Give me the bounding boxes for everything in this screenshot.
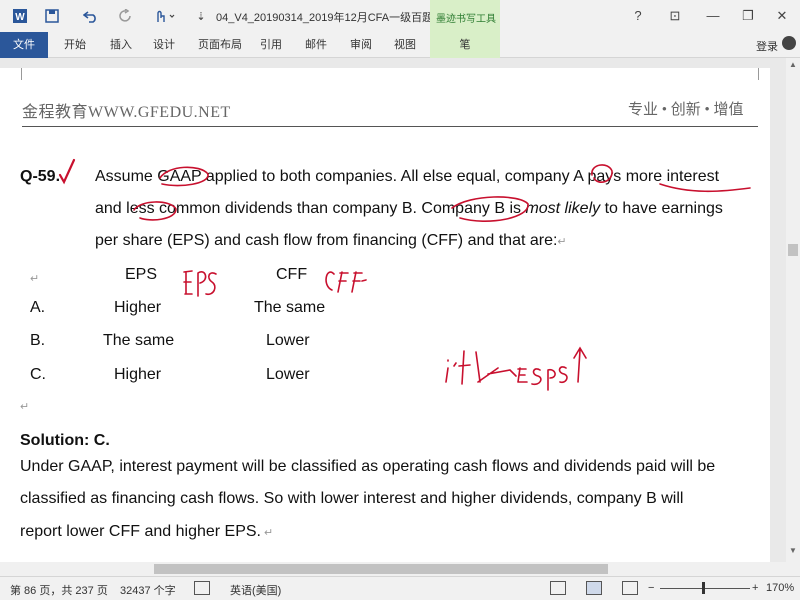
question-text: per share (EPS) and cash flow from finan… — [95, 232, 558, 249]
sign-in-link[interactable]: 登录 — [756, 38, 778, 54]
vertical-scroll-thumb[interactable] — [788, 244, 798, 256]
word-count[interactable]: 32437 个字 — [120, 582, 176, 598]
option-b-label: B. — [30, 332, 46, 349]
tab-view[interactable]: 视图 — [387, 32, 423, 58]
option-c-cff: Lower — [266, 366, 310, 383]
note-ink — [445, 346, 587, 391]
tab-home[interactable]: 开始 — [57, 32, 93, 58]
emphasis-text: most likely — [525, 200, 601, 217]
status-bar: 第 86 页，共 237 页 32437 个字 英语(美国) − + 170% — [0, 576, 800, 600]
crop-mark — [21, 68, 22, 80]
zoom-out-icon[interactable]: − — [648, 582, 654, 594]
touch-mode-icon[interactable] — [152, 6, 178, 26]
scroll-down-icon[interactable]: ▼ — [786, 544, 800, 558]
close-button[interactable]: ✕ — [772, 6, 792, 26]
zoom-level[interactable]: 170% — [766, 582, 794, 594]
horizontal-scroll-thumb[interactable] — [154, 564, 608, 574]
solution-heading: Solution: C. — [20, 432, 110, 449]
zoom-slider-thumb[interactable] — [702, 582, 705, 594]
crop-mark — [758, 68, 759, 80]
solution-line-2: classified as financing cash flows. So w… — [20, 490, 684, 507]
tab-insert[interactable]: 插入 — [103, 32, 139, 58]
option-b-cff: Lower — [266, 332, 310, 349]
table-header-eps: EPS — [125, 266, 158, 283]
question-line-2: and less common dividends than company B… — [95, 200, 723, 218]
tab-review[interactable]: 审阅 — [343, 32, 379, 58]
document-page[interactable]: 金程教育WWW.GFEDU.NET 专业 • 创新 • 增值 Q-59. Ass… — [0, 68, 770, 576]
question-number: Q-59. — [20, 168, 61, 185]
customize-toolbar-icon[interactable]: ⇣ — [194, 6, 208, 26]
ribbon-display-options-button[interactable]: ⊡ — [665, 6, 685, 26]
document-title: 04_V4_20190314_2019年12月CFA一级百题... — [216, 12, 443, 24]
redo-icon[interactable] — [116, 6, 136, 26]
option-c-eps: Higher — [114, 366, 162, 383]
question-line-3: per share (EPS) and cash flow from finan… — [95, 232, 567, 250]
document-area: 金程教育WWW.GFEDU.NET 专业 • 创新 • 增值 Q-59. Ass… — [0, 58, 786, 576]
option-a-label: A. — [30, 299, 46, 316]
print-layout-icon[interactable] — [586, 581, 602, 595]
web-layout-icon[interactable] — [622, 581, 638, 595]
vertical-scrollbar[interactable]: ▲ ▼ — [786, 58, 800, 576]
ink-tools-label: 墨迹书写工具 — [436, 14, 496, 25]
ink-tools-group-header: 墨迹书写工具 — [430, 0, 500, 32]
page-count[interactable]: 第 86 页，共 237 页 — [10, 582, 108, 598]
page-header-right: 专业 • 创新 • 增值 — [628, 102, 744, 118]
maximize-button[interactable]: ❐ — [738, 6, 758, 26]
tab-design[interactable]: 设计 — [146, 32, 182, 58]
paragraph-mark: ↵ — [20, 401, 30, 413]
eps-ink — [183, 270, 217, 297]
option-a-cff: The same — [254, 299, 326, 316]
language-indicator[interactable]: 英语(美国) — [230, 582, 281, 598]
page-header-left: 金程教育WWW.GFEDU.NET — [22, 104, 231, 121]
word-logo-icon: W — [10, 6, 30, 26]
tab-mailings[interactable]: 邮件 — [298, 32, 334, 58]
scroll-up-icon[interactable]: ▲ — [786, 58, 800, 72]
zoom-slider[interactable] — [660, 588, 750, 589]
zoom-in-icon[interactable]: + — [752, 582, 758, 594]
help-button[interactable]: ? — [628, 6, 648, 26]
paragraph-mark: ↵ — [557, 236, 567, 248]
paragraph-mark: ↵ — [261, 527, 274, 539]
proofing-icon[interactable] — [194, 581, 210, 595]
ribbon-tab-bar: 文件 开始 插入 设计 页面布局 引用 邮件 审阅 视图 笔 — [0, 32, 800, 58]
option-b-eps: The same — [103, 332, 175, 349]
table-header-cff: CFF — [276, 266, 308, 283]
save-icon[interactable] — [42, 6, 62, 26]
option-a-eps: Higher — [114, 299, 162, 316]
tab-references[interactable]: 引用 — [253, 32, 289, 58]
read-mode-icon[interactable] — [550, 581, 566, 595]
minimize-button[interactable]: — — [703, 6, 723, 26]
horizontal-scrollbar[interactable] — [0, 562, 786, 576]
solution-text: report lower CFF and higher EPS. — [20, 523, 261, 540]
svg-text:W: W — [15, 12, 25, 23]
solution-line-3: report lower CFF and higher EPS. ↵ — [20, 523, 755, 541]
option-c-label: C. — [30, 366, 46, 383]
undo-icon[interactable] — [80, 6, 102, 26]
question-text: to have earnings — [600, 200, 723, 217]
question-line-1: Assume GAAP applied to both companies. A… — [95, 168, 719, 186]
paragraph-mark: ↵ — [30, 273, 40, 285]
cff-ink — [325, 271, 367, 293]
checkmark-ink — [58, 158, 76, 185]
tab-file[interactable]: 文件 — [0, 32, 48, 58]
tab-page-layout[interactable]: 页面布局 — [194, 32, 246, 58]
solution-line-1: Under GAAP, interest payment will be cla… — [20, 458, 716, 475]
question-text: and less common dividends than company B… — [95, 200, 526, 217]
tab-pen[interactable]: 笔 — [430, 32, 500, 58]
header-rule — [22, 126, 758, 127]
title-bar: W ⇣ 04_V4_20190314_2019年12月CFA一级百题... 墨迹… — [0, 0, 800, 32]
account-avatar-icon[interactable] — [782, 36, 796, 50]
question-text: Assume GAAP applied to both companies. A… — [95, 168, 720, 185]
